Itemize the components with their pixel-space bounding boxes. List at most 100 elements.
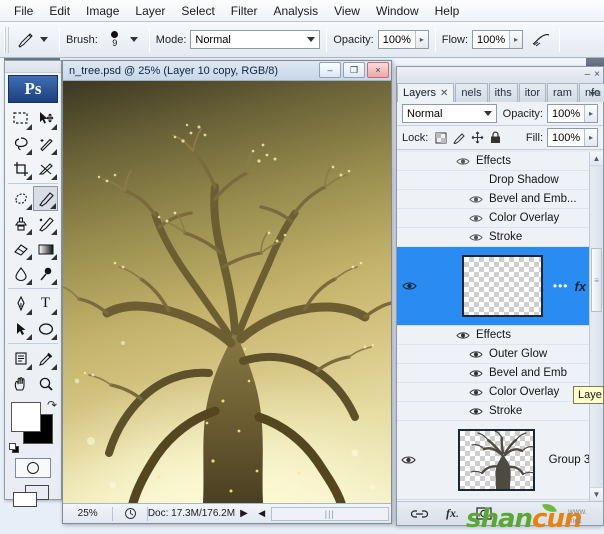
layer-thumbnail[interactable]: [458, 429, 534, 491]
eye-icon[interactable]: [468, 350, 484, 359]
layers-panel-scrollbar[interactable]: ▲ ≡ ▼: [589, 152, 603, 501]
scroll-up-arrow-icon[interactable]: ▲: [590, 152, 603, 166]
panel-menu-icon[interactable]: ▾≡: [590, 89, 601, 100]
tab-paths[interactable]: iths: [489, 83, 518, 102]
path-selection-tool[interactable]: [8, 316, 33, 341]
brush-picker-dropdown-arrow[interactable]: [130, 37, 138, 42]
close-button[interactable]: ×: [367, 62, 389, 78]
blur-tool[interactable]: [8, 261, 33, 286]
menu-item-filter[interactable]: Filter: [223, 2, 266, 20]
eye-icon[interactable]: [468, 407, 484, 416]
tab-histogram[interactable]: ram: [547, 83, 578, 102]
layer-opacity-slider-arrow-icon[interactable]: ▸: [584, 105, 597, 122]
panel-minimize-button[interactable]: –: [585, 69, 591, 80]
eye-icon[interactable]: [468, 233, 484, 242]
eraser-tool[interactable]: [8, 236, 33, 261]
layer-visibility-toggle[interactable]: [397, 455, 420, 465]
layer-fill-input[interactable]: 100% ▸: [547, 128, 598, 147]
lasso-tool[interactable]: [8, 131, 33, 156]
effect-drop-shadow[interactable]: Drop Shadow: [397, 171, 603, 190]
notes-tool[interactable]: [8, 346, 33, 371]
layers-list[interactable]: Effects Drop Shadow Bevel and Emb...: [397, 152, 603, 501]
tab-channels[interactable]: nels: [455, 83, 487, 102]
type-tool[interactable]: T: [33, 291, 58, 316]
options-bar-grip[interactable]: [4, 27, 11, 53]
brush-tool[interactable]: [33, 186, 58, 211]
zoom-tool[interactable]: [33, 371, 58, 396]
preview-clock-icon[interactable]: [113, 507, 147, 520]
eye-icon[interactable]: [468, 369, 484, 378]
effect-stroke[interactable]: Stroke: [397, 228, 603, 247]
link-layers-button[interactable]: [411, 509, 428, 519]
quick-mask-icon[interactable]: [15, 458, 51, 478]
eye-icon[interactable]: [468, 388, 484, 397]
effect-stroke-2[interactable]: Stroke: [397, 402, 603, 421]
layer-effects-fx-icon[interactable]: fx: [575, 279, 587, 294]
eyedropper-tool[interactable]: [33, 346, 58, 371]
lock-image-pixels-icon[interactable]: [450, 129, 468, 147]
magic-wand-tool[interactable]: [33, 131, 58, 156]
layer-opacity-input[interactable]: 100% ▸: [547, 104, 598, 123]
brush-tool-icon[interactable]: [14, 29, 38, 51]
layer-visibility-toggle[interactable]: [397, 281, 422, 291]
tab-navigator[interactable]: itor: [519, 83, 546, 102]
brush-preset-dropdown-arrow[interactable]: [40, 37, 48, 42]
crop-tool[interactable]: [8, 156, 33, 181]
layer-thumbnail[interactable]: [462, 255, 543, 317]
lock-position-icon[interactable]: [468, 129, 486, 147]
add-layer-mask-button[interactable]: [476, 507, 492, 520]
menu-item-help[interactable]: Help: [427, 2, 468, 20]
flow-slider-arrow-icon[interactable]: ▸: [509, 31, 522, 48]
menu-item-image[interactable]: Image: [78, 2, 127, 20]
horizontal-scrollbar[interactable]: |||: [271, 507, 389, 521]
menu-item-analysis[interactable]: Analysis: [265, 2, 326, 20]
slice-tool[interactable]: [33, 156, 58, 181]
layer-selected[interactable]: ••• fx ▲: [397, 247, 603, 326]
effect-outer-glow[interactable]: Outer Glow: [397, 345, 603, 364]
effect-bevel-and-emboss-2[interactable]: Bevel and Emb: [397, 364, 603, 383]
layer-group-3[interactable]: Group 3 ...: [397, 421, 603, 500]
brush-size-preview[interactable]: 9: [102, 27, 128, 53]
document-title-bar[interactable]: n_tree.psd @ 25% (Layer 10 copy, RGB/8) …: [63, 61, 391, 81]
menu-item-view[interactable]: View: [326, 2, 368, 20]
minimize-button[interactable]: –: [319, 62, 341, 78]
hand-tool[interactable]: [8, 371, 33, 396]
flow-input[interactable]: 100% ▸: [472, 30, 523, 49]
marquee-tool[interactable]: [8, 106, 33, 131]
maximize-button[interactable]: ❐: [343, 62, 365, 78]
blend-mode-select[interactable]: Normal: [190, 30, 320, 49]
effects-group-top[interactable]: Effects: [397, 152, 603, 171]
menu-item-layer[interactable]: Layer: [127, 2, 173, 20]
effect-bevel-and-emboss[interactable]: Bevel and Emb...: [397, 190, 603, 209]
pen-tool[interactable]: [8, 291, 33, 316]
scrollbar-thumb[interactable]: ≡: [591, 248, 602, 312]
tools-panel-drag-handle[interactable]: [5, 61, 61, 73]
default-colors-icon[interactable]: [9, 443, 20, 454]
screen-mode-icon[interactable]: [13, 484, 53, 510]
layer-style-fx-button[interactable]: fx.: [446, 506, 458, 521]
menu-item-edit[interactable]: Edit: [41, 2, 78, 20]
left-arrow-icon[interactable]: ◀: [253, 508, 271, 519]
tab-layers[interactable]: Layers ✕: [397, 83, 454, 102]
panel-close-button[interactable]: ×: [594, 69, 600, 80]
lock-all-icon[interactable]: [486, 129, 504, 147]
history-brush-tool[interactable]: [33, 211, 58, 236]
menu-item-window[interactable]: Window: [368, 2, 427, 20]
eye-icon[interactable]: [455, 331, 471, 340]
layer-blend-mode-select[interactable]: Normal: [402, 104, 497, 123]
document-canvas[interactable]: [63, 81, 391, 503]
gradient-tool[interactable]: [33, 236, 58, 261]
eye-icon[interactable]: [455, 157, 471, 166]
move-tool[interactable]: [33, 106, 58, 131]
opacity-input[interactable]: 100% ▸: [378, 30, 429, 49]
dodge-tool[interactable]: [33, 261, 58, 286]
opacity-slider-arrow-icon[interactable]: ▸: [415, 31, 428, 48]
effect-color-overlay[interactable]: Color Overlay: [397, 209, 603, 228]
layer-fill-slider-arrow-icon[interactable]: ▸: [584, 129, 597, 146]
eye-icon[interactable]: [468, 214, 484, 223]
ellipse-shape-tool[interactable]: [33, 316, 58, 341]
menu-item-file[interactable]: File: [6, 2, 41, 20]
clone-stamp-tool[interactable]: [8, 211, 33, 236]
eye-icon[interactable]: [468, 195, 484, 204]
tab-close-icon[interactable]: ✕: [440, 88, 448, 99]
